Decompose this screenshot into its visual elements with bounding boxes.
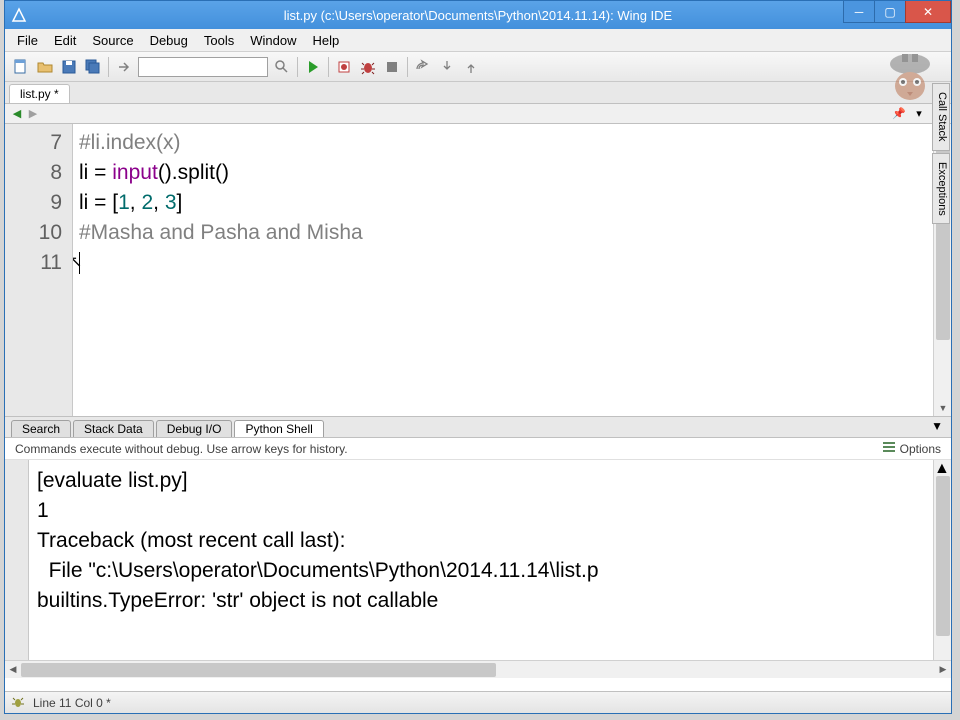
side-tab-call-stack[interactable]: Call Stack <box>932 83 950 151</box>
window-title: list.py (c:\Users\operator\Documents\Pyt… <box>5 8 951 23</box>
mouse-cursor-icon: ↖ <box>73 248 82 278</box>
step-into-button[interactable] <box>436 56 458 78</box>
new-file-button[interactable] <box>10 56 32 78</box>
menubar: FileEditSourceDebugToolsWindowHelp <box>5 29 951 52</box>
run-button[interactable] <box>302 56 324 78</box>
nav-forward-button[interactable]: ▶ <box>25 106 41 122</box>
nav-back-button[interactable]: ◀ <box>9 106 25 122</box>
file-tab-listpy[interactable]: list.py * <box>9 84 70 103</box>
code-editor[interactable]: ↖ #li.index(x)li = input().split()li = [… <box>73 124 933 416</box>
shell-hint-text: Commands execute without debug. Use arro… <box>15 442 348 456</box>
step-over-button[interactable] <box>412 56 434 78</box>
titlebar: list.py (c:\Users\operator\Documents\Pyt… <box>5 1 951 29</box>
shell-gutter <box>5 460 29 660</box>
bottom-tab-stack-data[interactable]: Stack Data <box>73 420 154 437</box>
menu-tools[interactable]: Tools <box>196 31 242 50</box>
search-input[interactable] <box>138 57 268 77</box>
main-window: list.py (c:\Users\operator\Documents\Pyt… <box>4 0 952 714</box>
file-tabs: list.py * <box>5 82 951 104</box>
editor-nav-row: ◀ ▶ 📌 ▾ ✕ <box>5 104 951 124</box>
debug-bug-button[interactable] <box>357 56 379 78</box>
minimize-button[interactable]: ─ <box>843 1 875 23</box>
save-all-button[interactable] <box>82 56 104 78</box>
shell-vertical-scrollbar[interactable]: ▲ ▼ <box>933 460 951 660</box>
bottom-tabs: SearchStack DataDebug I/OPython Shell ▼ <box>5 416 951 438</box>
maximize-button[interactable]: ▢ <box>874 1 906 23</box>
dropdown-icon[interactable]: ▾ <box>911 106 927 122</box>
shell-info-bar: Commands execute without debug. Use arro… <box>5 438 951 460</box>
statusbar: Line 11 Col 0 * <box>5 691 951 713</box>
goto-button[interactable] <box>113 56 135 78</box>
status-bug-icon <box>11 695 27 711</box>
open-file-button[interactable] <box>34 56 56 78</box>
status-text: Line 11 Col 0 * <box>33 696 111 710</box>
menu-edit[interactable]: Edit <box>46 31 84 50</box>
menu-source[interactable]: Source <box>84 31 141 50</box>
python-shell[interactable]: [evaluate list.py]1Traceback (most recen… <box>29 460 933 660</box>
menu-window[interactable]: Window <box>242 31 304 50</box>
bottom-tab-python-shell[interactable]: Python Shell <box>234 420 323 437</box>
menu-file[interactable]: File <box>9 31 46 50</box>
options-button[interactable]: Options <box>900 442 941 456</box>
close-button[interactable]: ✕ <box>905 1 951 23</box>
collapse-bottom-icon[interactable]: ▼ <box>931 419 943 433</box>
stop-button[interactable] <box>381 56 403 78</box>
bottom-tab-debug-i-o[interactable]: Debug I/O <box>156 420 233 437</box>
toolbar <box>5 52 951 82</box>
side-tab-exceptions[interactable]: Exceptions <box>932 153 950 225</box>
options-icon[interactable] <box>882 440 896 457</box>
menu-help[interactable]: Help <box>304 31 347 50</box>
save-button[interactable] <box>58 56 80 78</box>
step-out-button[interactable] <box>460 56 482 78</box>
debug-button[interactable] <box>333 56 355 78</box>
bottom-tab-search[interactable]: Search <box>11 420 71 437</box>
pin-icon[interactable]: 📌 <box>891 106 907 122</box>
search-button[interactable] <box>271 56 293 78</box>
menu-debug[interactable]: Debug <box>142 31 196 50</box>
shell-horizontal-scrollbar[interactable]: ◀ ▶ <box>5 660 951 678</box>
line-number-gutter: 7891011 <box>5 124 73 416</box>
